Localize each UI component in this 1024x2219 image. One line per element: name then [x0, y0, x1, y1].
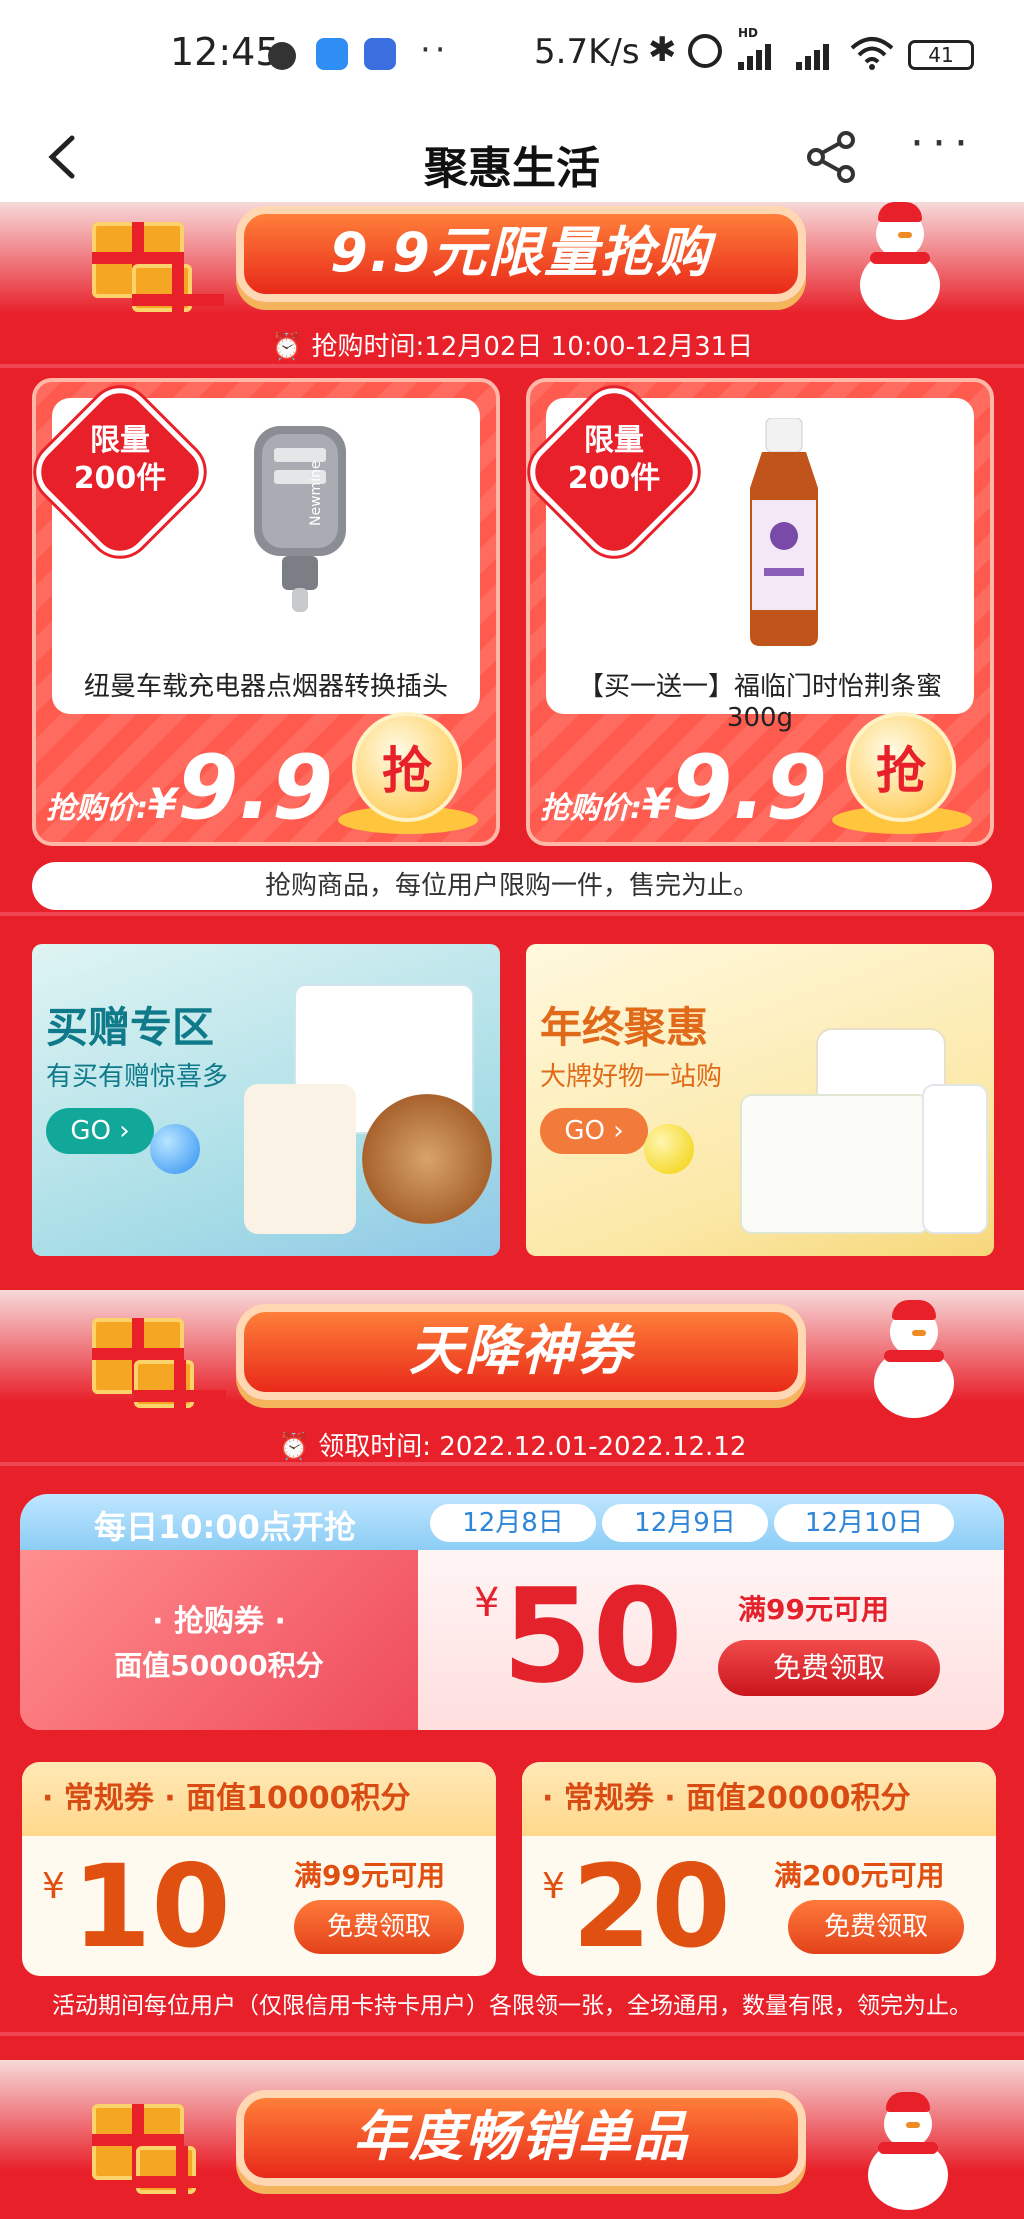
- bestseller-title: 年度畅销单品: [236, 2090, 806, 2186]
- coupon-condition: 满99元可用: [294, 1859, 445, 1892]
- coupon-condition: 满200元可用: [774, 1859, 945, 1892]
- nut-bowl-image: [362, 1094, 492, 1224]
- flash-sale-time: ⏰ 抢购时间:12月02日 10:00-12月31日: [270, 332, 754, 362]
- claim-button[interactable]: 免费领取: [294, 1900, 464, 1954]
- divider: [0, 2032, 1024, 2036]
- coupon-points: 面值50000积分: [114, 1649, 324, 1682]
- coupon-title: 天降神券: [236, 1304, 806, 1400]
- hd-indicator: HD: [738, 26, 759, 40]
- promo-subtitle: 大牌好物一站购: [540, 1062, 723, 1092]
- coupon-amount: 10: [72, 1840, 231, 1973]
- gift-box-small-icon: [132, 264, 224, 340]
- page-title: 聚惠生活: [424, 143, 600, 194]
- status-time: 12:45: [170, 30, 280, 74]
- snowman-icon: [862, 2092, 952, 2210]
- regular-coupon-20: · 常规券 · 面值20000积分 ¥ 20 满200元可用 免费领取: [522, 1762, 996, 1976]
- browser-app-icon: [316, 38, 348, 70]
- coupon-condition: 满99元可用: [738, 1593, 889, 1626]
- daily-start-label: 每日10:00点开抢: [94, 1508, 356, 1546]
- flash-coupon-card: · 抢购券 · 面值50000积分 ¥ 50 满99元可用 免费领取: [20, 1550, 1004, 1730]
- battery-icon: 41: [908, 40, 974, 70]
- promo-title: 年终聚惠: [540, 1003, 709, 1052]
- gift-box-small-icon: [136, 2146, 228, 2219]
- date-pill-dec9[interactable]: 12月9日: [602, 1504, 768, 1542]
- claim-button[interactable]: 免费领取: [788, 1900, 964, 1954]
- date-pill-dec10[interactable]: 12月10日: [774, 1504, 954, 1542]
- cereal-jar-image: [244, 1084, 356, 1234]
- more-notifications-icon: ··: [420, 30, 450, 70]
- snowman-icon: [868, 1300, 958, 1418]
- promo-go-button[interactable]: GO ›: [46, 1108, 154, 1154]
- signal-icon-2: [796, 40, 829, 70]
- product-card-charger[interactable]: Newmine 纽曼车载充电器点烟器转换插头 限量 200件 抢购价:¥9.9 …: [23, 375, 500, 846]
- charger-brand-text: Newmine: [308, 460, 324, 526]
- limited-badge-text: 限量 200件: [567, 423, 661, 496]
- coupon-footnote: 活动期间每位用户（仅限信用卡持卡用户）各限领一张，全场通用，数量有限，领完为止。: [52, 1993, 972, 2019]
- promo-year-end[interactable]: 年终聚惠 大牌好物一站购 GO ›: [526, 944, 994, 1256]
- promo-title: 买赠专区: [46, 1003, 215, 1052]
- regular-coupon-10: · 常规券 · 面值10000积分 ¥ 10 满99元可用 免费领取: [22, 1762, 496, 1976]
- nav-bar: 聚惠生活 ···: [0, 112, 1024, 202]
- share-icon[interactable]: [804, 130, 858, 184]
- promo-subtitle: 有买有赠惊喜多: [46, 1062, 229, 1092]
- coupon-claim-time: ⏰ 领取时间: 2022.12.01-2022.12.12: [277, 1432, 747, 1462]
- status-bar: 12:45 ·· 5.7K/s ✱ HD 41: [0, 0, 1024, 112]
- purchase-limit-notice: 抢购商品，每位用户限购一件，售完为止。: [32, 862, 992, 910]
- daily-coupon-header: 每日10:00点开抢 12月8日 12月9日 12月10日: [20, 1494, 1004, 1550]
- honey-bottle-image: [750, 418, 818, 646]
- product-price: 抢购价:¥9.9: [46, 736, 334, 839]
- flash-coupon-value-area: ¥ 50 满99元可用 免费领取: [418, 1550, 1004, 1730]
- decor-ball: [150, 1124, 200, 1174]
- grab-button[interactable]: 抢: [352, 712, 462, 822]
- bluetooth-icon: ✱: [648, 30, 677, 70]
- snowman-icon: [854, 202, 944, 320]
- signal-icon: [738, 40, 771, 70]
- product-card-honey[interactable]: 【买一送一】福临门时怡荆条蜜300g 限量 200件 抢购价:¥9.9 抢: [517, 375, 994, 846]
- coupon-banner: 天降神券 ⏰ 领取时间: 2022.12.01-2022.12.12: [0, 1290, 1024, 1462]
- more-menu-icon[interactable]: ···: [910, 118, 976, 169]
- milk-box-image: [740, 1094, 930, 1234]
- alarm-icon: [688, 34, 722, 68]
- divider: [0, 364, 1024, 368]
- notification-dot-icon: [268, 42, 296, 70]
- date-pill-dec8[interactable]: 12月8日: [430, 1504, 596, 1542]
- coupon-name: · 抢购券 ·: [152, 1604, 286, 1639]
- coupon-currency: ¥: [474, 1580, 500, 1626]
- claim-button[interactable]: 免费领取: [718, 1640, 940, 1696]
- divider: [0, 1462, 1024, 1466]
- divider: [0, 912, 1024, 916]
- wifi-icon: [850, 37, 894, 70]
- milk-carton-image: [922, 1084, 988, 1234]
- flash-sale-banner: 9.9元限量抢购 ⏰ 抢购时间:12月02日 10:00-12月31日: [0, 202, 1024, 362]
- product-price: 抢购价:¥9.9: [540, 736, 828, 839]
- limited-badge-text: 限量 200件: [73, 423, 167, 496]
- coupon-name: · 常规券 · 面值10000积分: [22, 1762, 496, 1836]
- promo-go-button[interactable]: GO ›: [540, 1108, 648, 1154]
- gift-box-small-icon: [134, 1360, 226, 1436]
- shopping-app-icon: [364, 38, 396, 70]
- flash-sale-title: 9.9元限量抢购: [236, 206, 806, 302]
- network-speed: 5.7K/s: [534, 32, 640, 72]
- coupon-name: · 常规券 · 面值20000积分: [522, 1762, 996, 1836]
- decor-ball: [644, 1124, 694, 1174]
- product-name: 纽曼车载充电器点烟器转换插头: [83, 672, 448, 702]
- bestseller-banner: 年度畅销单品: [0, 2060, 1024, 2219]
- car-charger-image: Newmine: [254, 426, 346, 612]
- coupon-currency: ¥: [42, 1866, 65, 1907]
- flash-coupon-label-area: · 抢购券 · 面值50000积分: [20, 1550, 418, 1730]
- promo-gift-zone[interactable]: 买赠专区 有买有赠惊喜多 GO ›: [32, 944, 500, 1256]
- coupon-currency: ¥: [542, 1866, 565, 1907]
- grab-button[interactable]: 抢: [846, 712, 956, 822]
- coupon-amount: 20: [572, 1840, 731, 1973]
- coupon-amount: 50: [502, 1560, 683, 1712]
